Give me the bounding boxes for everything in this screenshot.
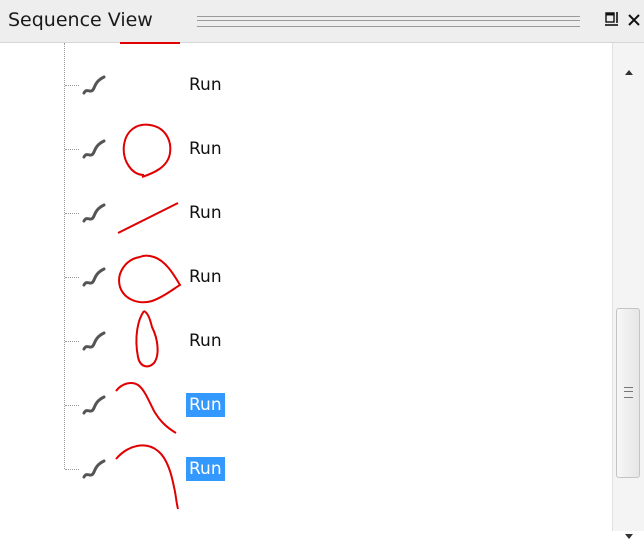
tree-row[interactable]: Run	[0, 245, 612, 309]
stroke-thumbnail	[110, 53, 184, 117]
row-label: Run	[189, 139, 222, 159]
run-icon	[80, 199, 110, 225]
scroll-down-icon[interactable]	[625, 534, 633, 539]
tree-row[interactable]: Run	[0, 437, 612, 510]
stroke-thumbnail	[122, 123, 172, 178]
row-label: Run	[189, 75, 222, 95]
panel-titlebar: Sequence View	[0, 0, 644, 43]
panel-title: Sequence View	[8, 9, 153, 31]
row-label: Run	[189, 267, 222, 287]
vertical-scrollbar[interactable]	[612, 43, 644, 539]
stroke-thumbnail	[115, 382, 177, 434]
run-icon	[80, 327, 110, 353]
row-label: Run	[189, 203, 222, 223]
run-icon	[80, 391, 110, 417]
tree-branch	[65, 469, 79, 470]
scroll-up-icon[interactable]	[625, 70, 633, 75]
stroke-thumbnail	[117, 202, 179, 234]
run-icon	[80, 71, 110, 97]
tree-branch	[65, 405, 79, 406]
run-icon	[80, 263, 110, 289]
row-label: Run	[186, 393, 225, 417]
thumb-grip-icon	[624, 387, 633, 398]
close-icon[interactable]	[626, 11, 642, 27]
tree-branch	[65, 277, 79, 278]
tree-branch	[65, 213, 79, 214]
tree-row[interactable]: Run	[0, 181, 612, 245]
tree-row[interactable]: Run	[0, 309, 612, 373]
sequence-tree: Run Run Run Run Run Run Run	[0, 42, 612, 531]
tree-branch	[65, 85, 79, 86]
restore-icon[interactable]	[604, 11, 620, 27]
tree-row[interactable]: Run	[0, 117, 612, 181]
run-icon	[80, 135, 110, 161]
stroke-thumbnail	[118, 254, 182, 304]
stroke-thumbnail	[115, 444, 179, 510]
row-label: Run	[189, 331, 222, 351]
tree-row[interactable]: Run	[0, 373, 612, 437]
scrollbar-thumb[interactable]	[616, 308, 640, 478]
tree-row[interactable]: Run	[0, 53, 612, 117]
tree-branch	[65, 341, 79, 342]
row-label: Run	[186, 457, 225, 481]
titlebar-drag-handle[interactable]	[197, 16, 580, 27]
partial-thumbnail-stroke	[120, 42, 180, 44]
run-icon	[80, 455, 110, 481]
tree-branch	[65, 149, 79, 150]
stroke-thumbnail	[135, 310, 159, 368]
